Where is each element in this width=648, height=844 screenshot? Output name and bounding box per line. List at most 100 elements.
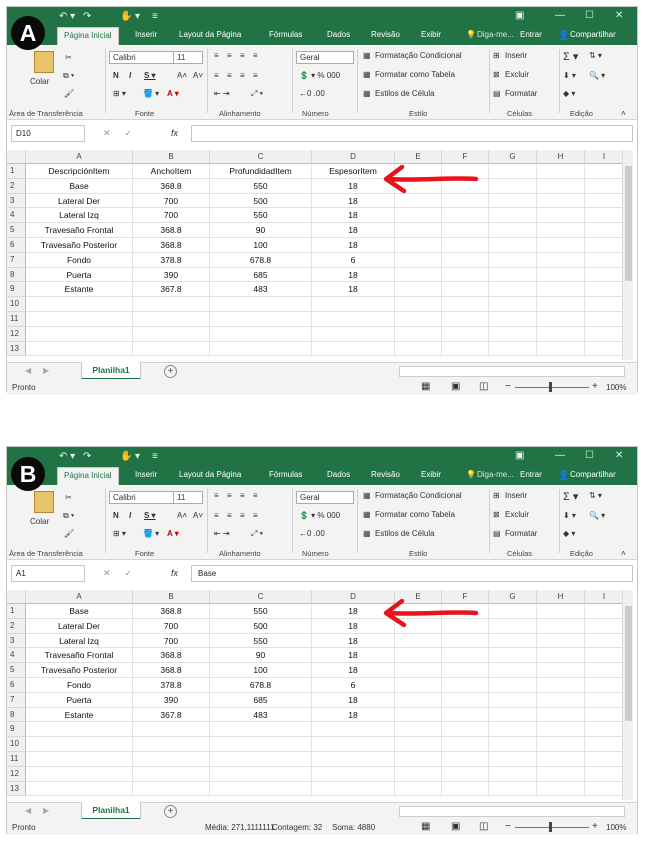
cell[interactable]	[312, 297, 395, 312]
cell[interactable]: 90	[210, 648, 312, 664]
insert-icon[interactable]: ⊞	[493, 491, 500, 500]
cell[interactable]	[489, 663, 537, 678]
cell[interactable]	[312, 766, 395, 782]
formula-input[interactable]	[191, 125, 633, 142]
cell[interactable]	[26, 752, 133, 767]
row-header[interactable]: 6	[7, 238, 26, 253]
column-header[interactable]: C	[210, 590, 312, 604]
insert-icon[interactable]: ⊞	[493, 51, 500, 60]
page-layout-icon[interactable]: ▣	[451, 381, 460, 392]
cell[interactable]: 500	[210, 193, 312, 209]
bold-button[interactable]: N	[113, 511, 119, 520]
cell[interactable]	[537, 752, 585, 767]
tab-7[interactable]: Exibir	[421, 470, 441, 479]
cell[interactable]	[489, 164, 537, 179]
touch-icon[interactable]: ✋	[120, 451, 132, 462]
cell[interactable]: 368.8	[133, 238, 210, 253]
cell[interactable]	[395, 252, 442, 268]
cell[interactable]: 550	[210, 604, 312, 619]
cell[interactable]	[395, 722, 442, 738]
insert-button[interactable]: Inserir	[505, 491, 527, 500]
share-button[interactable]: Compartilhar	[570, 30, 616, 39]
cell[interactable]	[210, 297, 312, 312]
align-top-icon[interactable]: ≡	[214, 51, 219, 60]
decimal-icon[interactable]: ←0 .00	[299, 529, 325, 538]
format-painter-icon[interactable]: 🖌	[64, 89, 74, 98]
cell[interactable]	[489, 282, 537, 298]
number-format-select[interactable]: Geral	[296, 51, 354, 64]
cell[interactable]	[395, 267, 442, 283]
tab-3[interactable]: Layout da Página	[179, 470, 241, 479]
cell[interactable]: 18	[312, 633, 395, 649]
cell[interactable]	[442, 252, 489, 268]
format-painter-icon[interactable]: 🖌	[64, 529, 74, 538]
sign-in-link[interactable]: Entrar	[520, 470, 542, 479]
insert-button[interactable]: Inserir	[505, 51, 527, 60]
formula-buttons-icon[interactable]: ✕✓	[103, 128, 146, 139]
cell[interactable]	[133, 737, 210, 752]
sheet-tab[interactable]: Planilha1	[81, 802, 141, 820]
cell[interactable]	[210, 341, 312, 357]
cell[interactable]	[210, 312, 312, 327]
cell-styles-icon[interactable]: ▦	[363, 529, 371, 538]
tab-5[interactable]: Dados	[327, 470, 350, 479]
cell[interactable]	[537, 208, 585, 224]
cell[interactable]	[395, 297, 442, 312]
cell[interactable]	[442, 692, 489, 708]
column-header[interactable]: G	[489, 590, 537, 604]
autosum-icon[interactable]: Σ ▾	[563, 490, 578, 503]
row-header[interactable]: 1	[7, 604, 26, 619]
cell[interactable]	[26, 722, 133, 738]
cell[interactable]	[537, 633, 585, 649]
tab-6[interactable]: Revisão	[371, 30, 400, 39]
orientation-icon[interactable]: ⤢ ▾	[251, 529, 263, 539]
cell[interactable]: 390	[133, 267, 210, 283]
sign-in-link[interactable]: Entrar	[520, 30, 542, 39]
row-header[interactable]: 9	[7, 722, 26, 738]
horizontal-scrollbar[interactable]	[399, 806, 625, 817]
maximize-icon[interactable]: ☐	[585, 10, 594, 21]
row-header[interactable]: 5	[7, 223, 26, 238]
cell[interactable]: 685	[210, 692, 312, 708]
find-icon[interactable]: 🔍 ▾	[589, 71, 605, 80]
select-all-corner[interactable]	[7, 590, 26, 604]
cell[interactable]	[489, 633, 537, 649]
format-icon[interactable]: ▤	[493, 89, 501, 98]
cell[interactable]	[489, 267, 537, 283]
cell[interactable]: Puerta	[26, 692, 133, 708]
tab-7[interactable]: Exibir	[421, 30, 441, 39]
cell[interactable]	[442, 707, 489, 723]
delete-icon[interactable]: ⊠	[493, 510, 500, 519]
cell[interactable]	[585, 692, 624, 708]
cell[interactable]: 368.8	[133, 663, 210, 678]
cell[interactable]	[395, 781, 442, 797]
row-header[interactable]: 11	[7, 752, 26, 767]
cell[interactable]: 700	[133, 618, 210, 634]
formula-buttons-icon[interactable]: ✕✓	[103, 568, 146, 579]
zoom-in-icon[interactable]: +	[592, 821, 598, 832]
cell[interactable]	[489, 692, 537, 708]
cell[interactable]: 550	[210, 208, 312, 224]
cell[interactable]	[537, 223, 585, 238]
wrap-text-icon[interactable]: ≡	[253, 51, 258, 60]
cell[interactable]: 18	[312, 282, 395, 298]
cell[interactable]	[585, 297, 624, 312]
cell[interactable]	[585, 648, 624, 664]
row-header[interactable]: 13	[7, 781, 26, 797]
row-header[interactable]: 1	[7, 164, 26, 179]
name-box[interactable]: D10	[11, 125, 85, 142]
align-bottom-icon[interactable]: ≡	[240, 51, 245, 60]
cell[interactable]	[537, 312, 585, 327]
format-table-icon[interactable]: ▦	[363, 510, 371, 519]
cell[interactable]: 18	[312, 267, 395, 283]
minimize-icon[interactable]: —	[555, 450, 565, 461]
cell[interactable]: 500	[210, 618, 312, 634]
cell[interactable]: 678.8	[210, 252, 312, 268]
zoom-out-icon[interactable]: −	[505, 821, 511, 832]
column-header[interactable]: C	[210, 150, 312, 164]
number-format-select[interactable]: Geral	[296, 491, 354, 504]
clear-icon[interactable]: ◆ ▾	[563, 529, 575, 538]
sort-icon[interactable]: ⇅ ▾	[589, 51, 602, 60]
cell[interactable]	[489, 737, 537, 752]
cell[interactable]: 378.8	[133, 252, 210, 268]
